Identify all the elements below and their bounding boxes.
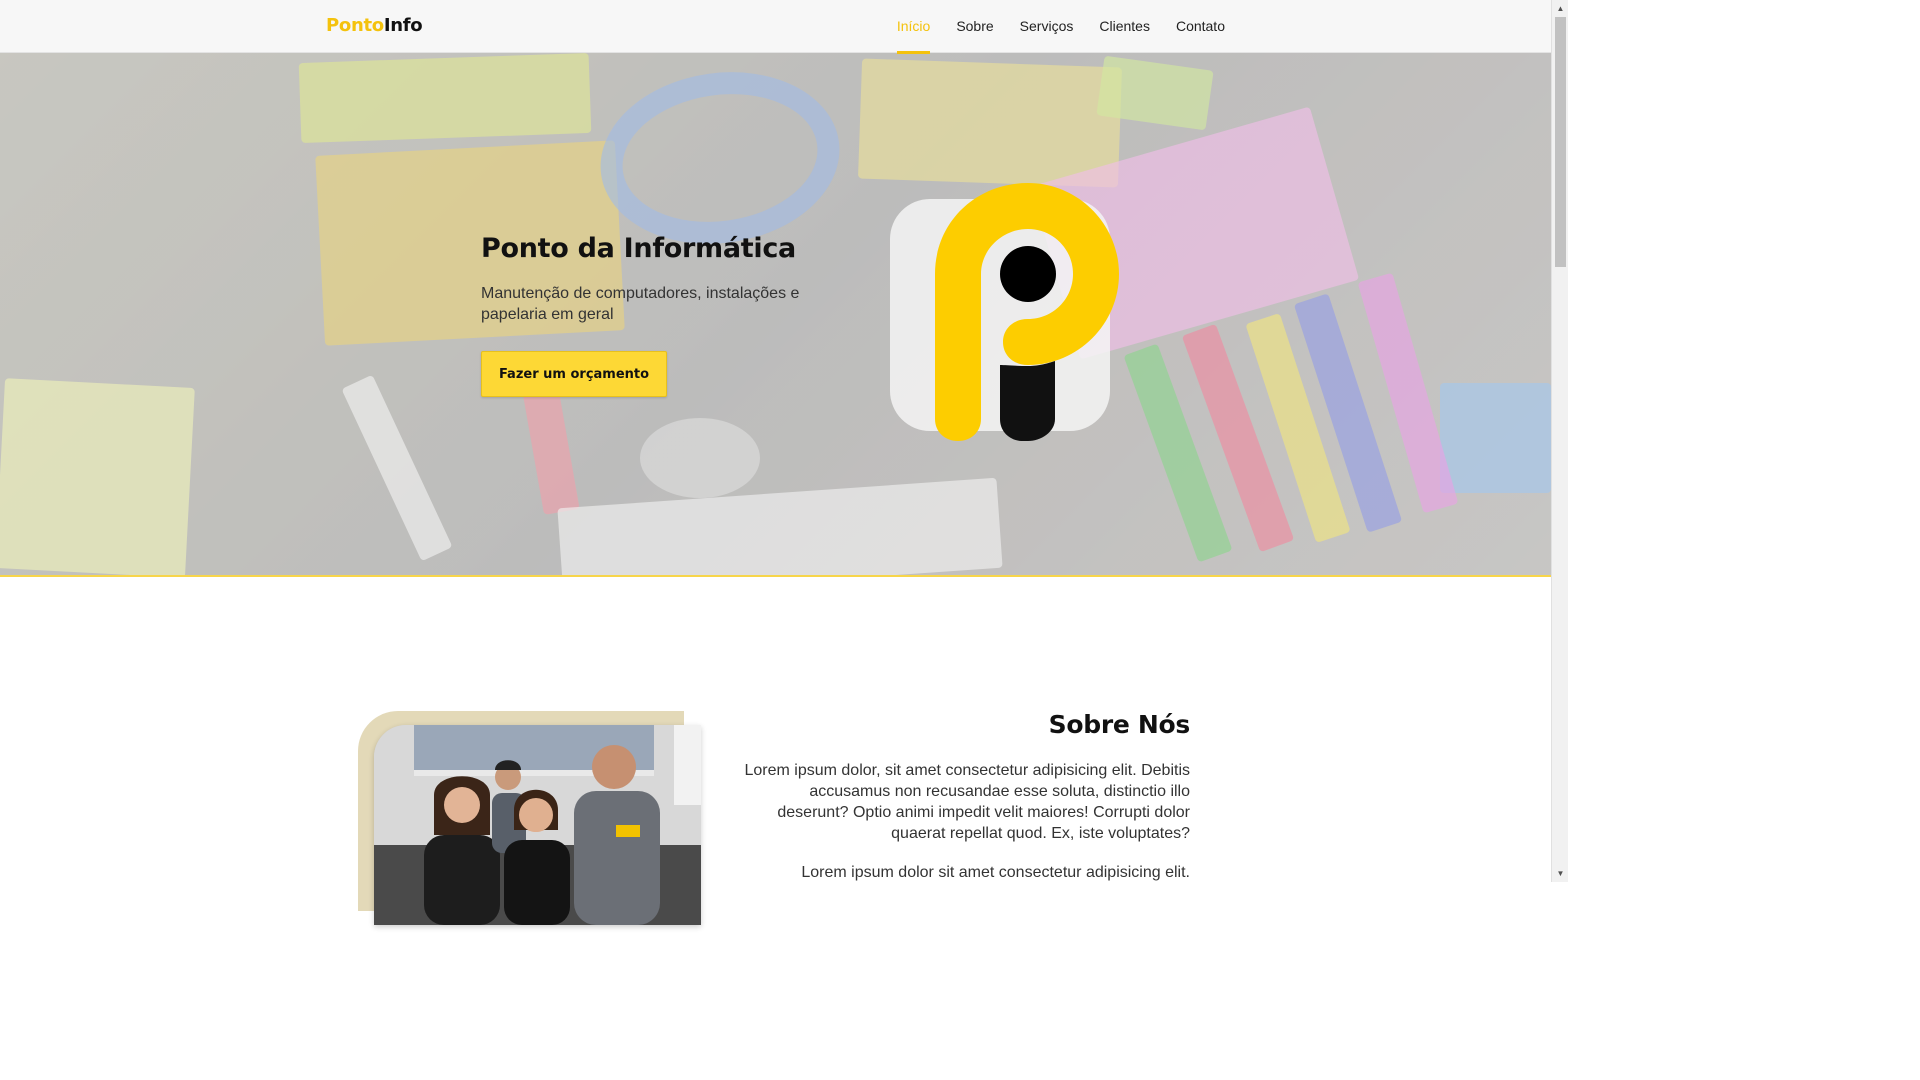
nav-link-contato[interactable]: Contato: [1176, 0, 1225, 53]
quote-button[interactable]: Fazer um orçamento: [481, 351, 667, 397]
nav-link-sobre[interactable]: Sobre: [956, 0, 993, 53]
about-paragraph-1: Lorem ipsum dolor, sit amet consectetur …: [744, 762, 1190, 842]
hero-subtitle: Manutenção de computadores, instalações …: [481, 285, 800, 323]
scroll-up-arrow-icon[interactable]: ▲: [1552, 0, 1569, 17]
team-photo-illustration: [374, 725, 701, 925]
logo-text-ponto: Ponto: [326, 15, 384, 36]
scroll-down-arrow-icon[interactable]: ▼: [1552, 865, 1569, 882]
site-header: PontoInfo Início Sobre Serviços Clientes…: [0, 0, 1551, 54]
about-title: Sobre Nós: [1048, 710, 1191, 739]
nav-link-clientes[interactable]: Clientes: [1099, 0, 1150, 53]
scrollbar-thumb[interactable]: [1555, 17, 1566, 267]
nav-link-servicos[interactable]: Serviços: [1020, 0, 1074, 53]
ponto-info-logo-icon: [890, 183, 1119, 441]
page-scrollbar[interactable]: ▲ ▼: [1551, 0, 1568, 882]
nav-link-inicio[interactable]: Início: [896, 0, 931, 54]
main-nav: Início Sobre Serviços Clientes Contato: [896, 0, 1225, 54]
logo-black-dot: [1000, 246, 1056, 302]
logo-text-info: Info: [383, 15, 423, 36]
hero-section: Ponto da Informática Manutenção de compu…: [0, 53, 1551, 577]
team-photo: [374, 725, 701, 925]
site-logo[interactable]: PontoInfo: [326, 15, 423, 36]
logo-black-stem: [1000, 361, 1055, 441]
hero-title: Ponto da Informática: [481, 233, 796, 264]
about-paragraph-2: Lorem ipsum dolor sit amet consectetur a…: [801, 864, 1190, 881]
